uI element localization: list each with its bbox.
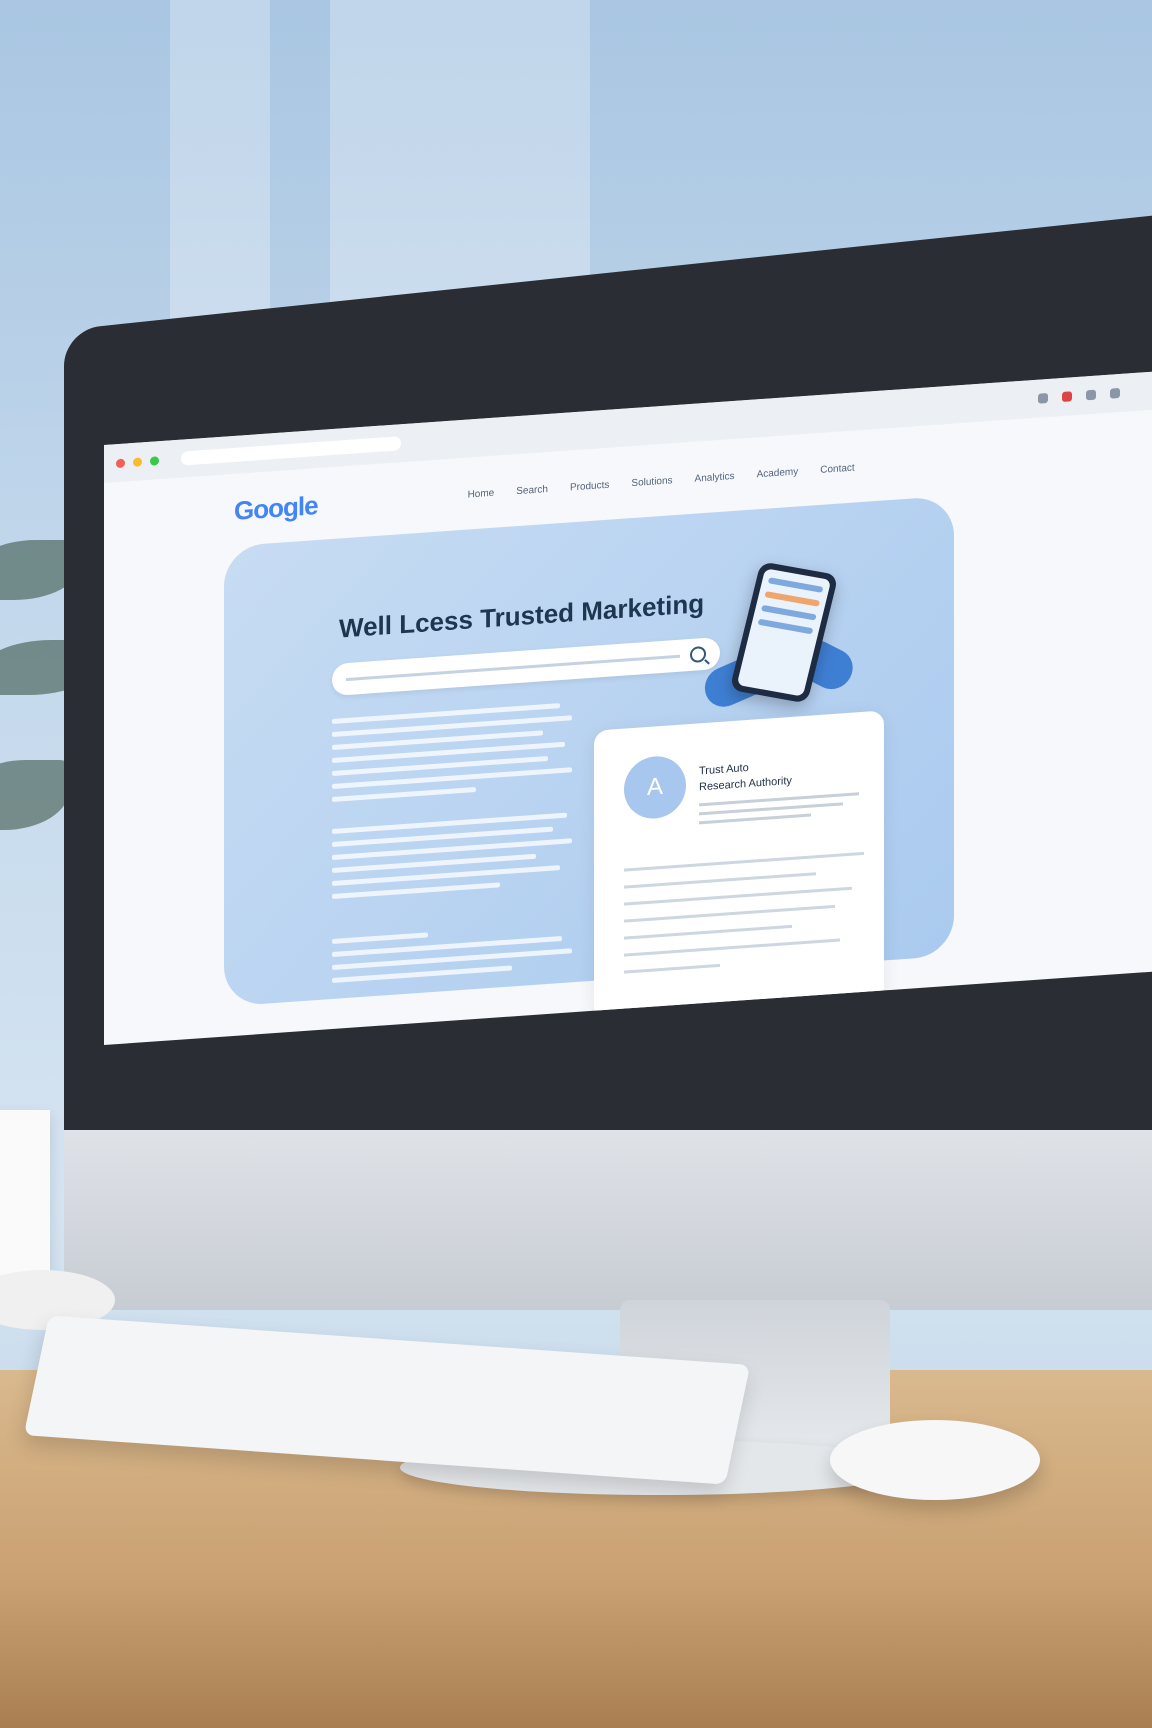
- nav-link[interactable]: Search: [516, 484, 548, 497]
- search-icon[interactable]: [690, 645, 706, 664]
- card-description: [699, 792, 859, 830]
- maximize-dot-icon[interactable]: [150, 455, 159, 466]
- nav-link[interactable]: Academy: [757, 466, 799, 480]
- nav-link[interactable]: Contact: [820, 463, 854, 476]
- plant-leaf: [0, 760, 70, 830]
- mouse: [830, 1420, 1040, 1500]
- avatar: A: [624, 754, 686, 821]
- bookmark-icon[interactable]: [1086, 389, 1096, 401]
- address-bar[interactable]: [181, 436, 401, 466]
- profile-card: A Trust Auto Research Authority: [594, 710, 884, 1021]
- nav-link[interactable]: Products: [570, 480, 609, 494]
- minimize-dot-icon[interactable]: [133, 456, 142, 467]
- google-logo[interactable]: Google: [234, 490, 318, 527]
- card-title: Trust Auto Research Authority: [699, 757, 792, 795]
- nav-link[interactable]: Home: [468, 488, 495, 501]
- extension-icon[interactable]: [1038, 392, 1048, 404]
- monitor-chin: [64, 1130, 1152, 1310]
- extension-icon[interactable]: [1062, 391, 1072, 403]
- monitor-screen: Google Home Search Products Solutions An…: [104, 371, 1152, 1046]
- nav-link[interactable]: Analytics: [695, 471, 735, 485]
- hero-paragraph: [332, 702, 572, 810]
- profile-icon[interactable]: [1110, 387, 1120, 399]
- browser-toolbar-icons: [1038, 387, 1140, 404]
- nav-link[interactable]: Solutions: [631, 475, 672, 489]
- nav-links: Home Search Products Solutions Analytics…: [468, 463, 855, 501]
- close-dot-icon[interactable]: [116, 458, 125, 468]
- card-list: [624, 851, 864, 988]
